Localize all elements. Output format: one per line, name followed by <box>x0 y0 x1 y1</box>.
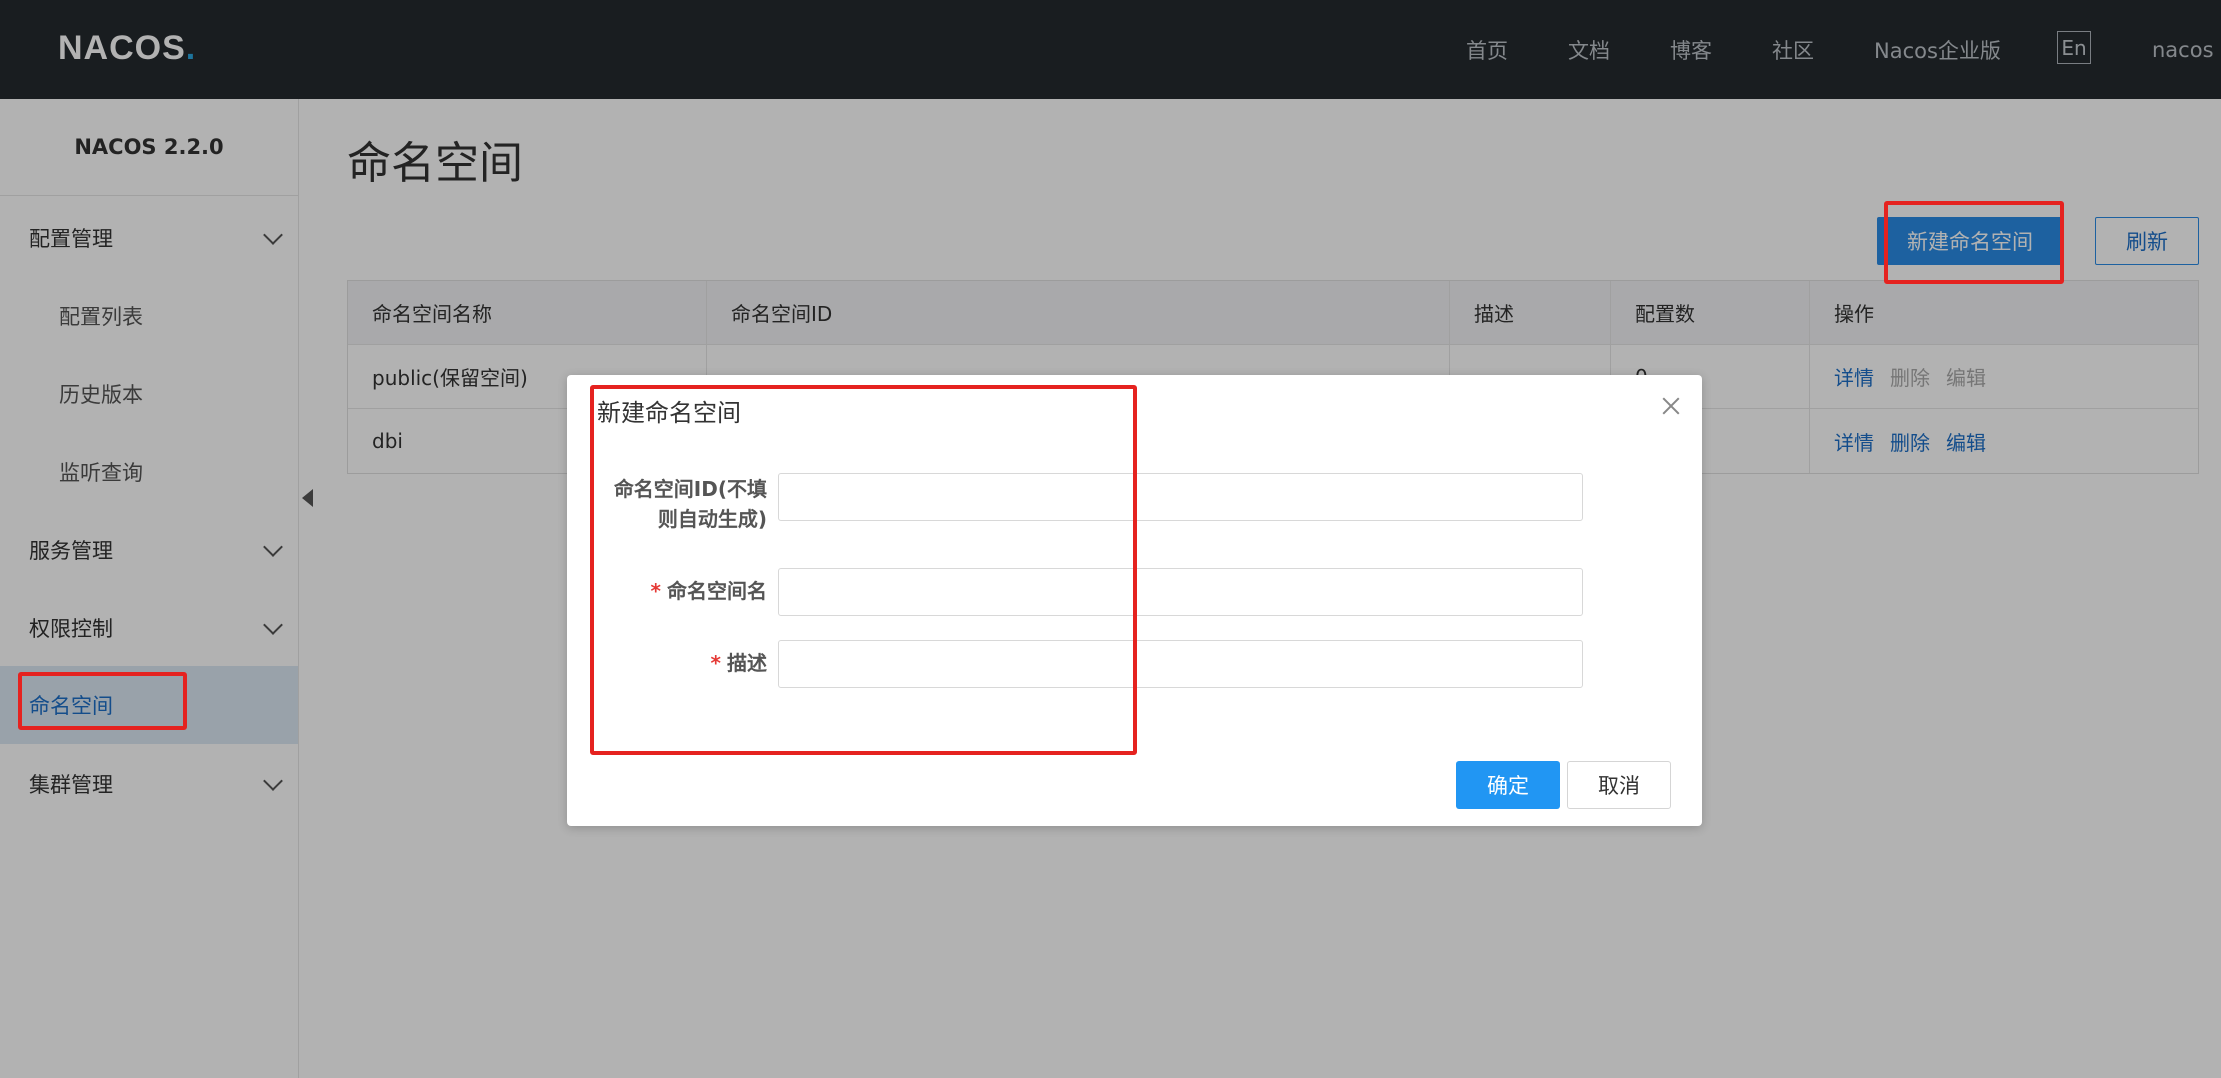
highlight-sidebar-namespace <box>18 672 187 730</box>
highlight-new-button <box>1884 201 2064 284</box>
cancel-button[interactable]: 取消 <box>1567 761 1671 809</box>
close-icon[interactable] <box>1660 395 1682 417</box>
highlight-dialog-form <box>590 385 1137 755</box>
confirm-button[interactable]: 确定 <box>1456 761 1560 809</box>
